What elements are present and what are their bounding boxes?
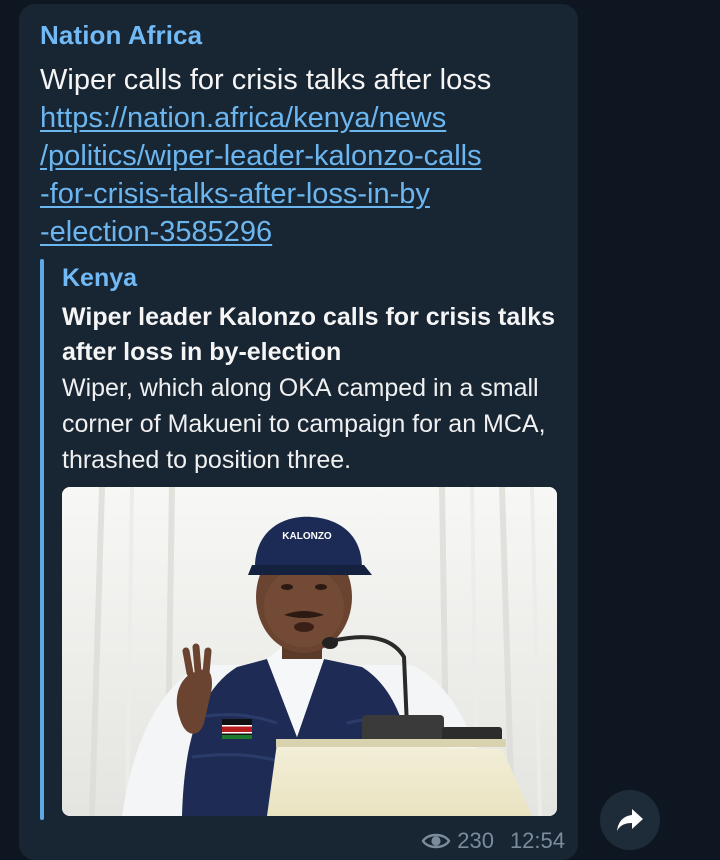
preview-title: Wiper leader Kalonzo calls for crisis ta… bbox=[62, 303, 556, 366]
eye-icon bbox=[421, 833, 451, 849]
message-bubble: Nation Africa Wiper calls for crisis tal… bbox=[19, 4, 578, 860]
preview-accent-bar bbox=[40, 259, 44, 820]
speaker-photo: KALONZO bbox=[62, 487, 557, 816]
article-link-line-1[interactable]: https://nation.africa/kenya/news bbox=[40, 102, 446, 134]
message-time: 12:54 bbox=[509, 828, 565, 853]
share-arrow-icon bbox=[617, 809, 643, 831]
link-preview[interactable]: Kenya Wiper leader Kalonzo calls for cri… bbox=[40, 259, 560, 820]
preview-description: Wiper, which along OKA camped in a small… bbox=[62, 374, 546, 474]
article-link-line-3[interactable]: -for-crisis-talks-after-loss-in-by bbox=[40, 178, 430, 210]
article-link-line-4[interactable]: -election-3585296 bbox=[40, 216, 272, 248]
preview-image[interactable]: KALONZO bbox=[62, 487, 557, 816]
message-headline: Wiper calls for crisis talks after loss bbox=[40, 64, 492, 96]
view-count: 230 bbox=[457, 828, 494, 853]
article-link-line-2[interactable]: /politics/wiper-leader-kalonzo-calls bbox=[40, 140, 482, 172]
article-link[interactable]: https://nation.africa/kenya/news /politi… bbox=[40, 99, 545, 251]
cap-text: KALONZO bbox=[282, 531, 332, 542]
message-text: Wiper calls for crisis talks after loss … bbox=[40, 61, 555, 251]
sender-name[interactable]: Nation Africa bbox=[40, 20, 202, 51]
preview-site-name: Kenya bbox=[62, 264, 138, 292]
share-button[interactable] bbox=[600, 790, 660, 850]
message-meta: 230 12:54 bbox=[421, 828, 565, 854]
